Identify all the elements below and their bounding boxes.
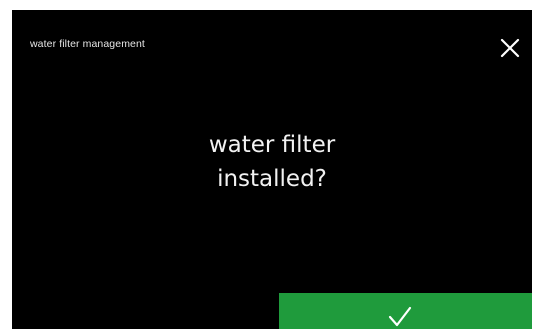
prompt-line-1: water filter [208,132,336,158]
header-title: water filter management [30,38,145,50]
close-button[interactable] [496,34,524,62]
close-icon [500,38,520,58]
prompt-line-2: installed? [217,166,327,192]
check-icon [388,306,412,327]
dialog-screen: water filter management water filter ins… [12,10,532,329]
prompt-text: water filter installed? [12,128,532,196]
confirm-button[interactable] [279,293,532,329]
